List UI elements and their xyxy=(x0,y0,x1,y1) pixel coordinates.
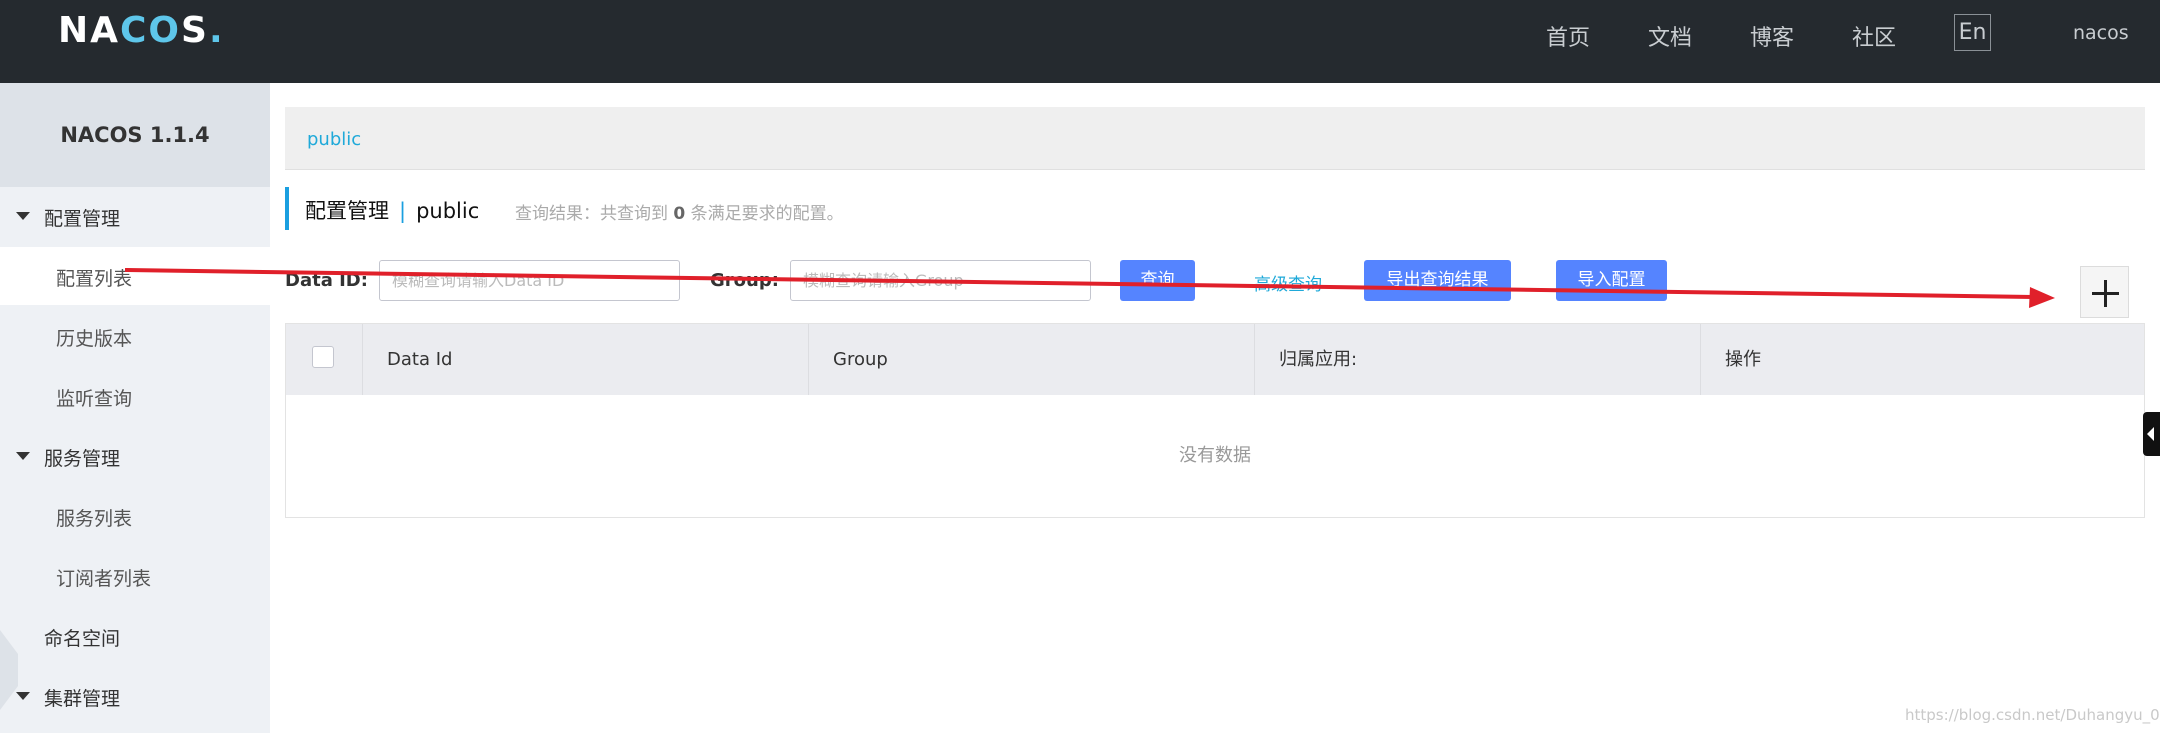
column-group: Group xyxy=(808,324,1254,395)
page-title: 配置管理 | public xyxy=(305,199,480,223)
sidebar-group-service[interactable]: 服务管理 xyxy=(0,427,270,485)
add-config-button[interactable] xyxy=(2080,266,2129,318)
caret-down-icon xyxy=(16,452,30,460)
sidebar-item-service-list[interactable]: 服务列表 xyxy=(0,487,270,545)
sidebar-item-listener-query[interactable]: 监听查询 xyxy=(0,367,270,425)
sidebar: NACOS 1.1.4 配置管理 配置列表 历史版本 监听查询 服务管理 服务列… xyxy=(0,83,270,733)
namespace-tab-public[interactable]: public xyxy=(307,129,361,150)
data-id-label: Data ID: xyxy=(285,270,368,291)
sidebar-title: NACOS 1.1.4 xyxy=(0,83,270,187)
nacos-logo[interactable]: NACOS. xyxy=(58,10,225,51)
collapse-panel-toggle[interactable] xyxy=(2143,412,2160,456)
data-id-input[interactable] xyxy=(379,260,680,301)
nav-blog[interactable]: 博客 xyxy=(1750,20,1794,52)
config-table: Data Id Group 归属应用: 操作 没有数据 xyxy=(285,323,2145,518)
sidebar-item-subscriber-list[interactable]: 订阅者列表 xyxy=(0,547,270,605)
select-all-checkbox[interactable] xyxy=(312,346,334,368)
nav-home[interactable]: 首页 xyxy=(1546,20,1590,52)
group-label: Group: xyxy=(710,270,779,291)
column-app: 归属应用: xyxy=(1254,324,1700,395)
nav-community[interactable]: 社区 xyxy=(1852,20,1896,52)
sidebar-item-config-list[interactable]: 配置列表 xyxy=(0,247,270,305)
table-header: Data Id Group 归属应用: 操作 xyxy=(286,324,2144,395)
sidebar-item-history[interactable]: 历史版本 xyxy=(0,307,270,365)
sidebar-group-cluster[interactable]: 集群管理 xyxy=(0,667,270,725)
empty-state-text: 没有数据 xyxy=(1179,445,1251,466)
advanced-query-link[interactable]: 高级查询 xyxy=(1254,270,1322,295)
top-navbar: NACOS. 首页 文档 博客 社区 En nacos xyxy=(0,0,2160,83)
query-result-summary: 查询结果：共查询到 0 条满足要求的配置。 xyxy=(515,204,844,224)
export-results-button[interactable]: 导出查询结果 xyxy=(1364,260,1511,301)
namespace-bar: public xyxy=(285,107,2145,170)
watermark: https://blog.csdn.net/Duhangyu_01 xyxy=(1905,706,2160,724)
language-toggle-button[interactable]: En xyxy=(1954,14,1991,51)
column-data-id: Data Id xyxy=(362,324,808,395)
query-button[interactable]: 查询 xyxy=(1120,260,1195,301)
group-input[interactable] xyxy=(790,260,1091,301)
caret-down-icon xyxy=(16,212,30,220)
sidebar-item-namespace[interactable]: 命名空间 xyxy=(0,607,270,665)
caret-down-icon xyxy=(16,692,30,700)
import-config-button[interactable]: 导入配置 xyxy=(1556,260,1667,301)
nav-docs[interactable]: 文档 xyxy=(1648,20,1692,52)
column-actions: 操作 xyxy=(1700,324,2144,395)
sidebar-group-config[interactable]: 配置管理 xyxy=(0,187,270,245)
user-menu[interactable]: nacos xyxy=(2073,22,2129,44)
page-title-row: 配置管理 | public 查询结果：共查询到 0 条满足要求的配置。 xyxy=(285,187,1185,230)
